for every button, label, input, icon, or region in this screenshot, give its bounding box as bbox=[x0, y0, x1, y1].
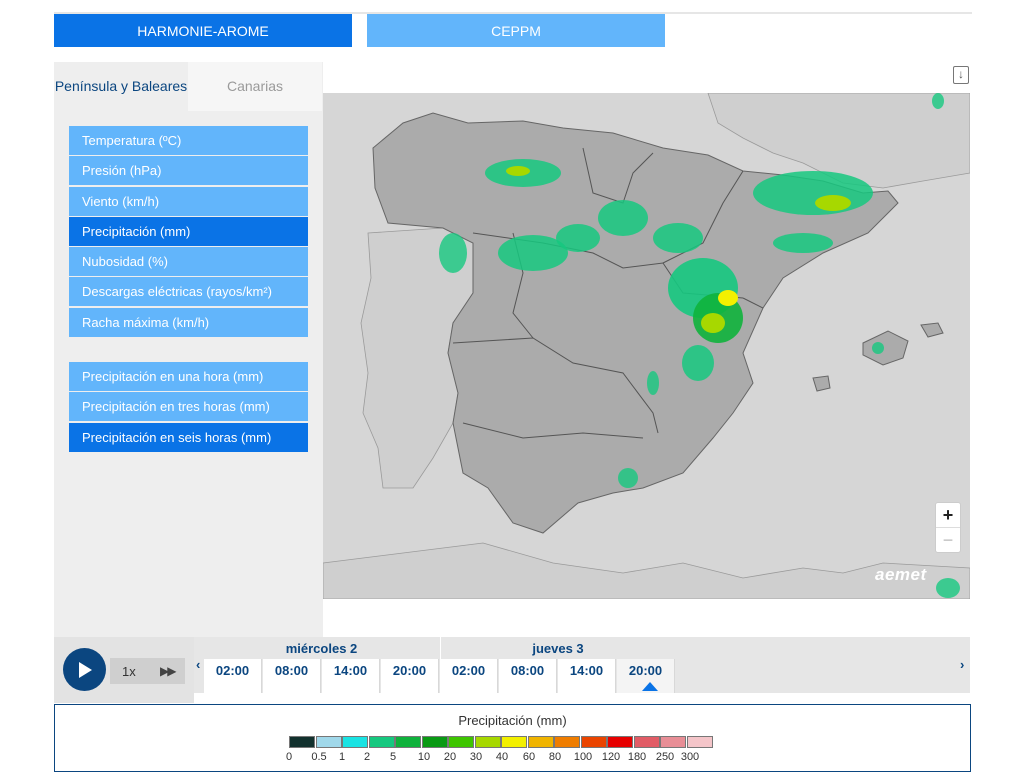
hour-slot[interactable]: 14:00 bbox=[322, 659, 380, 693]
variable-list: Temperatura (ºC) Presión (hPa) Viento (km/… bbox=[69, 126, 308, 338]
hour-slot[interactable]: 14:00 bbox=[558, 659, 616, 693]
aemet-logo: aemet bbox=[875, 565, 927, 584]
current-time-marker bbox=[642, 682, 658, 691]
legend-swatch bbox=[607, 736, 633, 748]
legend-tick-label: 10 bbox=[417, 751, 431, 763]
variable-button[interactable]: Viento (km/h) bbox=[69, 186, 308, 216]
legend-swatch bbox=[342, 736, 368, 748]
legend-swatch bbox=[421, 736, 448, 748]
hour-slot[interactable]: 20:00 bbox=[381, 659, 439, 693]
player-controls: 1x ▶▶ bbox=[54, 637, 194, 703]
legend-title: Precipitación (mm) bbox=[458, 713, 567, 728]
map-svg bbox=[323, 93, 970, 599]
hour-slot[interactable]: 02:00 bbox=[204, 659, 262, 693]
tab-peninsula-baleares[interactable]: Península y Baleares bbox=[54, 62, 188, 111]
speed-control[interactable]: 1x ▶▶ bbox=[110, 658, 185, 684]
tab-canarias[interactable]: Canarias bbox=[188, 62, 322, 111]
legend-tick-label: 250 bbox=[655, 751, 675, 763]
hour-slot[interactable]: 02:00 bbox=[440, 659, 498, 693]
legend-swatch bbox=[474, 736, 501, 748]
timeline-prev-arrow[interactable]: ‹ bbox=[196, 657, 200, 672]
sidebar: Península y Baleares Canarias Temperatur… bbox=[54, 62, 323, 637]
variable-button[interactable]: Nubosidad (%) bbox=[69, 247, 308, 277]
legend-tick-label: 30 bbox=[469, 751, 483, 763]
hour-slot[interactable]: 20:00 bbox=[617, 659, 675, 693]
variable-button[interactable]: Precipitación (mm) bbox=[69, 216, 308, 246]
day-label: miércoles 2 bbox=[204, 637, 439, 659]
legend-tick-label: 0.5 bbox=[311, 751, 327, 763]
legend-swatch bbox=[686, 736, 713, 748]
legend-tick-label: 0 bbox=[285, 751, 293, 763]
timeline: ‹ miércoles 2 jueves 3 02:00 08:00 14:00 20:… bbox=[194, 637, 970, 693]
tab-harmonie-arome[interactable]: HARMONIE-AROME bbox=[54, 14, 352, 47]
accumulation-button[interactable]: Precipitación en tres horas (mm) bbox=[69, 392, 308, 422]
variable-button[interactable]: Presión (hPa) bbox=[69, 156, 308, 186]
accumulation-list: Precipitación en una hora (mm) Precipitac… bbox=[69, 362, 308, 453]
hour-label: 02:00 bbox=[451, 663, 486, 678]
legend-tick-label: 5 bbox=[389, 751, 397, 763]
accumulation-button[interactable]: Precipitación en una hora (mm) bbox=[69, 362, 308, 391]
legend-tick-label: 300 bbox=[680, 751, 700, 763]
legend-tick-label: 180 bbox=[627, 751, 647, 763]
legend-tick-label: 80 bbox=[548, 751, 562, 763]
variable-button[interactable]: Racha máxima (km/h) bbox=[69, 307, 308, 337]
timeline-days: miércoles 2 jueves 3 bbox=[204, 637, 675, 659]
legend-tick-label: 1 bbox=[338, 751, 346, 763]
zoom-in-button[interactable]: + bbox=[936, 503, 960, 528]
variable-button[interactable]: Descargas eléctricas (rayos/km²) bbox=[69, 277, 308, 307]
legend-swatches bbox=[289, 736, 713, 748]
hour-label: 14:00 bbox=[333, 663, 368, 678]
legend-swatch bbox=[315, 736, 342, 748]
download-icon[interactable]: ↓ bbox=[953, 66, 969, 84]
legend-swatch bbox=[554, 736, 580, 748]
hour-slot[interactable]: 08:00 bbox=[263, 659, 321, 693]
legend-tick-label: 120 bbox=[601, 751, 621, 763]
legend-swatch bbox=[527, 736, 554, 748]
legend-tick-label: 20 bbox=[443, 751, 457, 763]
region-tabs: Península y Baleares Canarias bbox=[54, 62, 323, 111]
legend: Precipitación (mm) 0 0.5 1 2 5 10 20 30 40 60 80 10… bbox=[54, 704, 971, 772]
precipitation-map[interactable] bbox=[323, 93, 970, 599]
legend-swatch bbox=[633, 736, 660, 748]
legend-swatch bbox=[448, 736, 474, 748]
hour-label: 08:00 bbox=[274, 663, 309, 678]
speed-value: 1x bbox=[122, 663, 136, 679]
legend-ticks: 0 0.5 1 2 5 10 20 30 40 60 80 100 120 180 250 300 bbox=[275, 751, 715, 765]
play-button[interactable] bbox=[63, 648, 106, 691]
legend-swatch bbox=[395, 736, 421, 748]
variable-button[interactable]: Temperatura (ºC) bbox=[69, 126, 308, 155]
legend-tick-label: 2 bbox=[363, 751, 371, 763]
legend-swatch bbox=[501, 736, 527, 748]
zoom-out-button[interactable]: − bbox=[936, 528, 960, 553]
legend-tick-label: 60 bbox=[522, 751, 536, 763]
hour-label: 02:00 bbox=[215, 663, 250, 678]
legend-swatch bbox=[660, 736, 686, 748]
legend-swatch bbox=[289, 736, 315, 748]
zoom-control: + − bbox=[935, 502, 961, 553]
fast-forward-icon[interactable]: ▶▶ bbox=[160, 664, 177, 678]
tab-ceppm[interactable]: CEPPM bbox=[367, 14, 665, 47]
legend-tick-label: 100 bbox=[573, 751, 593, 763]
hour-label: 20:00 bbox=[392, 663, 427, 678]
accumulation-button[interactable]: Precipitación en seis horas (mm) bbox=[69, 422, 308, 452]
timeline-next-arrow[interactable]: › bbox=[960, 657, 964, 672]
play-icon bbox=[78, 661, 92, 678]
day-label: jueves 3 bbox=[440, 637, 675, 659]
legend-swatch bbox=[368, 736, 395, 748]
hour-label: 14:00 bbox=[569, 663, 604, 678]
legend-swatch bbox=[580, 736, 607, 748]
hour-slot[interactable]: 08:00 bbox=[499, 659, 557, 693]
legend-tick-label: 40 bbox=[495, 751, 509, 763]
hour-label: 08:00 bbox=[510, 663, 545, 678]
